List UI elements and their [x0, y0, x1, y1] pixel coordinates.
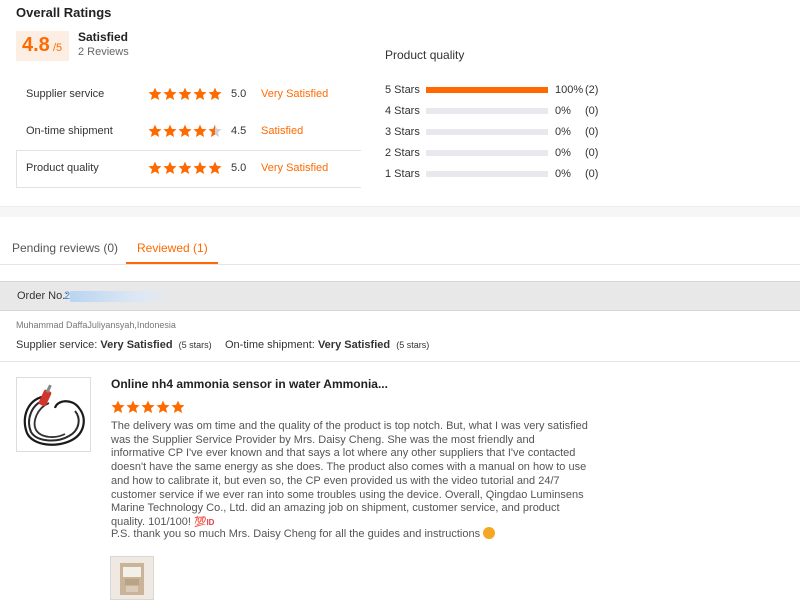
- review-text: The delivery was om time and the quality…: [111, 420, 591, 530]
- package-photo-image: [111, 557, 153, 599]
- supplier-service-stars: (5 stars): [178, 340, 212, 350]
- category-score: 4.5: [231, 125, 247, 137]
- distribution-bar-fill: [426, 87, 548, 93]
- star-icon: [148, 161, 162, 175]
- tabs-divider: [0, 264, 800, 265]
- star-icon: [208, 124, 222, 138]
- distribution-label: 1 Stars: [385, 168, 420, 180]
- category-row-on-time-shipment[interactable]: On-time shipment 4.5 Satisfied: [16, 114, 361, 151]
- distribution-bar-track: [426, 108, 548, 114]
- distribution-row-5-stars: 5 Stars 100% (2): [385, 82, 615, 98]
- flag-id-icon: ID: [206, 517, 215, 527]
- distribution-row-2-stars: 2 Stars 0% (0): [385, 145, 615, 161]
- ontime-value: Very Satisfied: [317, 339, 391, 351]
- distribution-label: 2 Stars: [385, 147, 420, 159]
- star-icon: [171, 400, 185, 414]
- ontime-shipment-rating: On-time shipment: Very Satisfied (5 star…: [225, 339, 429, 351]
- supplier-service-label: Supplier service:: [16, 339, 98, 351]
- review-photo-thumbnail[interactable]: [110, 556, 154, 600]
- star-icon: [156, 400, 170, 414]
- distribution-bar-track: [426, 171, 548, 177]
- supplier-service-rating: Supplier service: Very Satisfied (5 star…: [16, 339, 212, 351]
- star-icon: [178, 124, 192, 138]
- review-body-text: The delivery was om time and the quality…: [111, 420, 588, 528]
- review-divider: [0, 361, 800, 362]
- product-thumbnail[interactable]: [16, 377, 91, 452]
- distribution-row-1-stars: 1 Stars 0% (0): [385, 166, 615, 182]
- distribution-percent: 100%: [555, 84, 584, 96]
- distribution-percent: 0%: [555, 147, 571, 159]
- star-icon: [193, 87, 207, 101]
- distribution-title: Product quality: [385, 48, 465, 62]
- smiling-face-icon: [483, 527, 496, 539]
- distribution-count: (2): [585, 84, 599, 96]
- distribution-row-4-stars: 4 Stars 0% (0): [385, 103, 615, 119]
- distribution-percent: 0%: [555, 105, 571, 117]
- star-icon: [178, 161, 192, 175]
- star-icon: [163, 124, 177, 138]
- star-icon: [126, 400, 140, 414]
- overall-score-badge: 4.8 /5: [16, 31, 69, 61]
- supplier-service-value: Very Satisfied: [100, 339, 173, 351]
- distribution-percent: 0%: [555, 126, 571, 138]
- star-icon: [163, 87, 177, 101]
- order-number-label: Order No.:: [17, 290, 69, 302]
- section-separator: [0, 206, 800, 217]
- star-icon: [208, 87, 222, 101]
- review-ps-body: P.S. thank you so much Mrs. Daisy Cheng …: [111, 528, 481, 540]
- category-label: Supplier service: [26, 88, 105, 100]
- star-icon: [148, 124, 162, 138]
- overall-summary-label: Satisfied: [78, 30, 129, 44]
- star-icon: [141, 400, 155, 414]
- distribution-percent: 0%: [555, 168, 571, 180]
- distribution-bar-track: [426, 87, 548, 93]
- ontime-label: On-time shipment:: [225, 339, 315, 351]
- category-rating-text: Satisfied: [261, 125, 304, 137]
- ontime-stars: (5 stars): [396, 340, 430, 350]
- sensor-cable-image: [23, 384, 85, 446]
- category-label: On-time shipment: [26, 125, 113, 137]
- distribution-count: (0): [585, 105, 599, 117]
- tab-pending-reviews[interactable]: Pending reviews (0): [12, 241, 118, 255]
- distribution-row-3-stars: 3 Stars 0% (0): [385, 124, 615, 140]
- category-rating-text: Very Satisfied: [261, 88, 329, 100]
- category-row-supplier-service[interactable]: Supplier service 5.0 Very Satisfied: [16, 77, 361, 114]
- category-score: 5.0: [231, 88, 247, 100]
- tab-reviewed[interactable]: Reviewed (1): [137, 241, 208, 255]
- buyer-name: Muhammad DaffaJuliyansyah,Indonesia: [16, 320, 176, 330]
- category-row-product-quality[interactable]: Product quality 5.0 Very Satisfied: [16, 151, 361, 188]
- star-icon: [193, 124, 207, 138]
- star-icon: [163, 161, 177, 175]
- overall-review-count: 2 Reviews: [78, 46, 129, 58]
- category-score: 5.0: [231, 162, 247, 174]
- star-icon: [111, 400, 125, 414]
- distribution-bar-track: [426, 150, 548, 156]
- overall-ratings-title: Overall Ratings: [16, 5, 112, 20]
- distribution-count: (0): [585, 126, 599, 138]
- category-rating-text: Very Satisfied: [261, 162, 329, 174]
- overall-score-suffix: /5: [53, 42, 63, 54]
- star-icon: [208, 161, 222, 175]
- distribution-label: 4 Stars: [385, 105, 420, 117]
- order-header: Order No.: 2: [0, 281, 800, 311]
- overall-score-value: 4.8: [22, 34, 50, 56]
- review-ps-text: P.S. thank you so much Mrs. Daisy Cheng …: [111, 527, 591, 540]
- distribution-count: (0): [585, 168, 599, 180]
- star-icon: [178, 87, 192, 101]
- distribution-count: (0): [585, 147, 599, 159]
- star-icon: [193, 161, 207, 175]
- distribution-bar-track: [426, 129, 548, 135]
- distribution-label: 3 Stars: [385, 126, 420, 138]
- distribution-label: 5 Stars: [385, 84, 420, 96]
- category-label: Product quality: [26, 162, 99, 174]
- star-icon: [148, 87, 162, 101]
- order-number-redacted: [70, 291, 170, 302]
- product-title-link[interactable]: Online nh4 ammonia sensor in water Ammon…: [111, 377, 388, 391]
